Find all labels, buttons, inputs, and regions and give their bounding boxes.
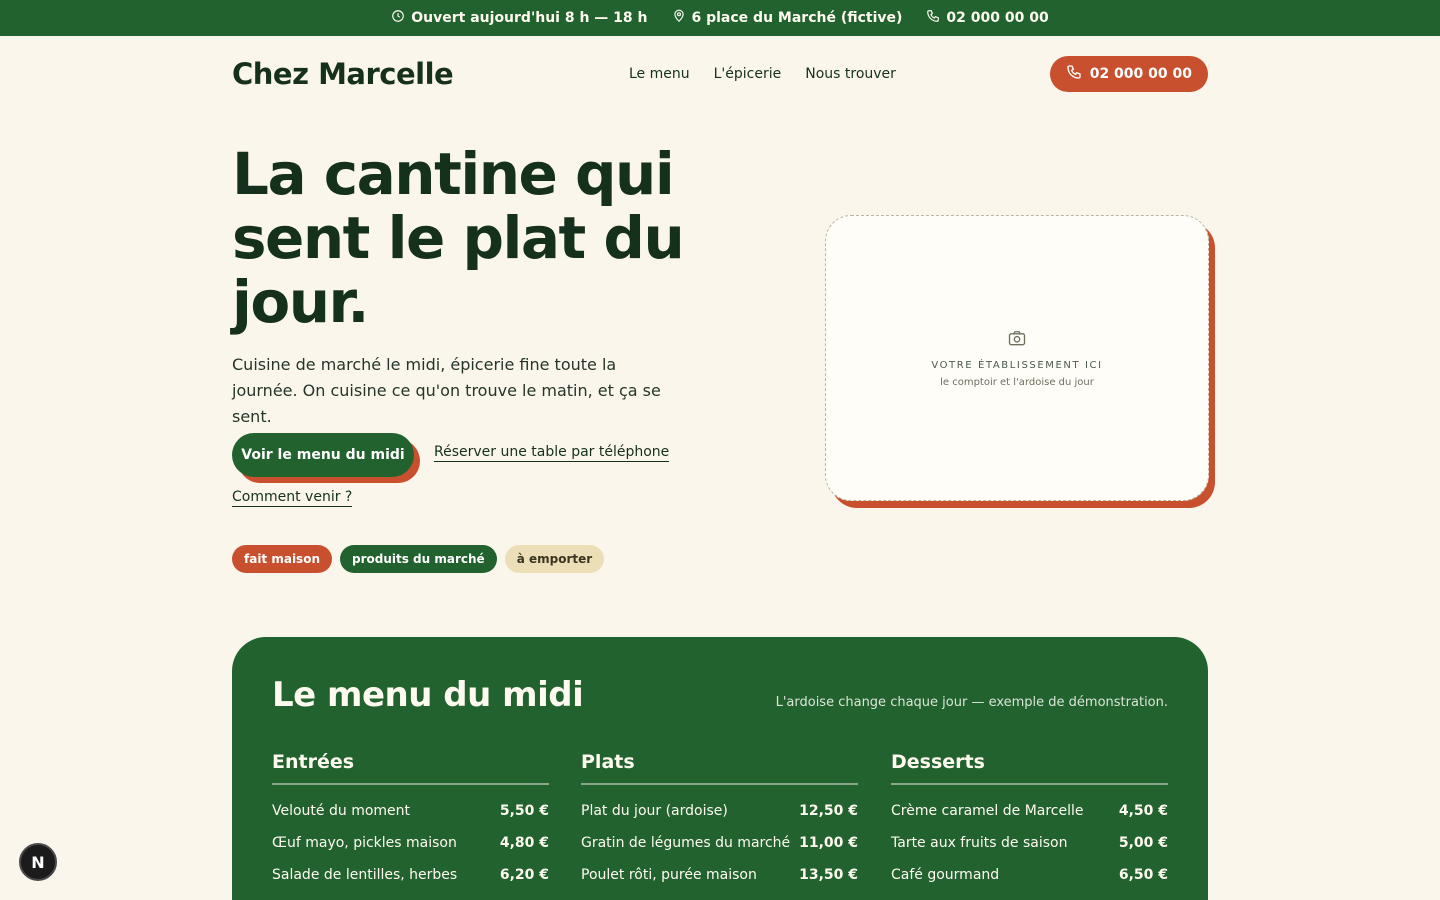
call-button[interactable]: 02 000 00 00 — [1049, 56, 1208, 92]
menu-item: Poulet rôti, purée maison 13,50 € — [581, 859, 858, 891]
menu-column-plats: Plats Plat du jour (ardoise) 12,50 € Gra… — [581, 751, 858, 891]
menu-column-desserts: Desserts Crème caramel de Marcelle 4,50 … — [891, 751, 1168, 891]
item-price: 12,50 € — [799, 803, 858, 819]
item-price: 5,50 € — [499, 803, 549, 819]
cta-primary-wrap: Voir le menu du midi — [232, 433, 420, 483]
item-price: 11,00 € — [799, 835, 858, 851]
menu-item: Plat du jour (ardoise) 12,50 € — [581, 795, 858, 827]
phone-text[interactable]: 02 000 00 00 — [946, 10, 1048, 26]
hours-info: Ouvert aujourd'hui 8 h — 18 h — [391, 9, 648, 27]
clock-icon — [391, 9, 405, 27]
item-price: 5,00 € — [1118, 835, 1168, 851]
photo-subtitle: le comptoir et l'ardoise du jour — [940, 377, 1094, 388]
call-button-label: 02 000 00 00 — [1089, 66, 1192, 82]
item-name: Café gourmand — [891, 867, 1000, 883]
top-info-bar: Ouvert aujourd'hui 8 h — 18 h 6 place du… — [0, 0, 1440, 36]
column-title: Desserts — [891, 751, 1168, 785]
nav-link-nous-trouver[interactable]: Nous trouver — [805, 66, 896, 82]
menu-item: Crème caramel de Marcelle 4,50 € — [891, 795, 1168, 827]
dev-tools-badge[interactable]: N — [19, 843, 57, 881]
item-name: Poulet rôti, purée maison — [581, 867, 757, 883]
menu-item: Gratin de légumes du marché 11,00 € — [581, 827, 858, 859]
item-name: Œuf mayo, pickles maison — [272, 835, 457, 851]
map-pin-icon — [672, 9, 686, 27]
column-title: Entrées — [272, 751, 549, 785]
brand-logo[interactable]: Chez Marcelle — [232, 57, 454, 91]
main-nav: Le menu L'épicerie Nous trouver — [629, 66, 896, 82]
tag-produits-marche: produits du marché — [340, 545, 497, 573]
item-price: 4,80 € — [499, 835, 549, 851]
menu-item: Tarte aux fruits de saison 5,00 € — [891, 827, 1168, 859]
item-price: 6,50 € — [1118, 867, 1168, 883]
site-header: Chez Marcelle Le menu L'épicerie Nous tr… — [232, 36, 1208, 112]
nav-link-epicerie[interactable]: L'épicerie — [714, 66, 782, 82]
item-name: Salade de lentilles, herbes — [272, 867, 458, 883]
camera-icon — [1007, 328, 1027, 360]
tag-fait-maison: fait maison — [232, 545, 332, 573]
directions-link[interactable]: Comment venir ? — [232, 489, 353, 507]
item-name: Tarte aux fruits de saison — [891, 835, 1068, 851]
hero-title: La cantine qui sent le plat du jour. — [232, 140, 685, 336]
column-title: Plats — [581, 751, 858, 785]
tag-a-emporter: à emporter — [504, 545, 605, 573]
photo-title: VOTRE ÉTABLISSEMENT ICI — [931, 360, 1103, 371]
hero-lead: Cuisine de marché le midi, épicerie fine… — [232, 355, 661, 426]
phone-icon — [1066, 64, 1082, 84]
phone-icon — [926, 9, 940, 27]
menu-item: Velouté du moment 5,50 € — [272, 795, 549, 827]
hours-text: Ouvert aujourd'hui 8 h — 18 h — [411, 10, 648, 26]
reserve-link[interactable]: Réserver une table par téléphone — [434, 444, 670, 462]
item-name: Plat du jour (ardoise) — [581, 803, 728, 819]
menu-item: Café gourmand 6,50 € — [891, 859, 1168, 891]
nav-link-menu[interactable]: Le menu — [629, 66, 690, 82]
photo-placeholder: VOTRE ÉTABLISSEMENT ICI le comptoir et l… — [825, 215, 1209, 501]
phone-info[interactable]: 02 000 00 00 — [926, 9, 1049, 27]
item-name: Crème caramel de Marcelle — [891, 803, 1084, 819]
address-info: 6 place du Marché (fictive) — [672, 9, 903, 27]
menu-item: Œuf mayo, pickles maison 4,80 € — [272, 827, 549, 859]
item-price: 13,50 € — [799, 867, 858, 883]
view-menu-button[interactable]: Voir le menu du midi — [232, 433, 414, 477]
item-price: 6,20 € — [499, 867, 549, 883]
item-name: Gratin de légumes du marché — [581, 835, 791, 851]
item-name: Velouté du moment — [272, 803, 411, 819]
menu-note: L'ardoise change chaque jour — exemple d… — [775, 695, 1168, 710]
menu-title: Le menu du midi — [272, 675, 584, 715]
tag-list: fait maison produits du marché à emporte… — [232, 545, 605, 573]
menu-column-entrees: Entrées Velouté du moment 5,50 € Œuf may… — [272, 751, 549, 891]
item-price: 4,50 € — [1118, 803, 1168, 819]
menu-item: Salade de lentilles, herbes 6,20 € — [272, 859, 549, 891]
address-text: 6 place du Marché (fictive) — [691, 10, 903, 26]
lunch-menu-section: Le menu du midi L'ardoise change chaque … — [232, 637, 1208, 900]
